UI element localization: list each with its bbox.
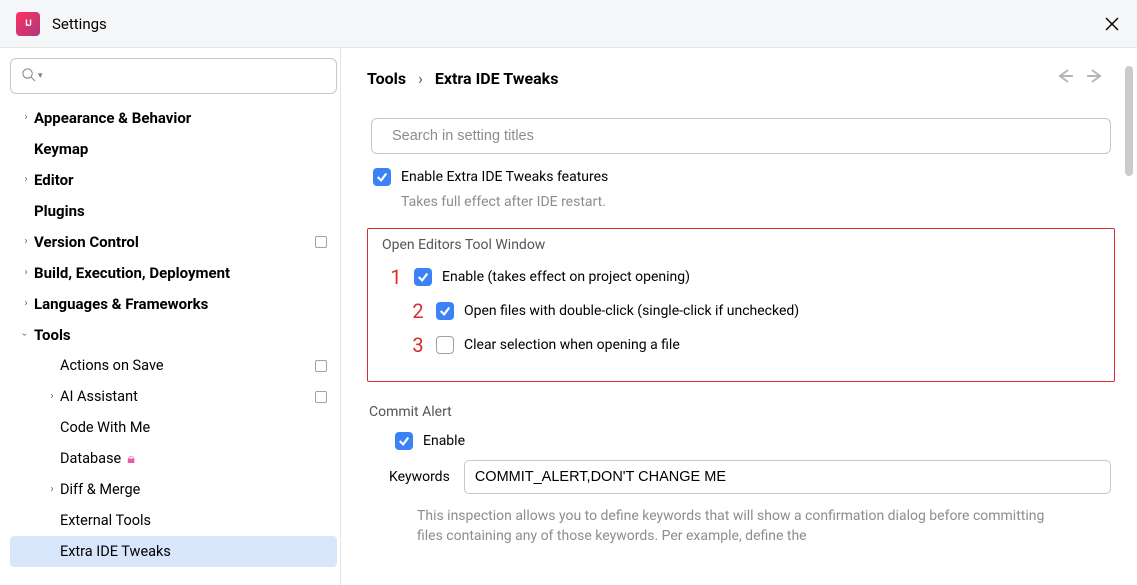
sidebar-item-plugins[interactable]: Plugins <box>10 195 337 226</box>
settings-tree: ›Appearance & Behavior Keymap ›Editor Pl… <box>10 102 337 567</box>
open-editors-enable-checkbox[interactable] <box>414 268 432 286</box>
open-editors-clear-selection-label: Clear selection when opening a file <box>464 337 680 353</box>
enable-features-hint: Takes full effect after IDE restart. <box>401 194 1115 210</box>
sidebar-item-keymap[interactable]: Keymap <box>10 133 337 164</box>
sidebar-item-diff-merge[interactable]: ›Diff & Merge <box>10 474 337 505</box>
sidebar-item-editor[interactable]: ›Editor <box>10 164 337 195</box>
window-title: Settings <box>52 15 107 33</box>
sidebar-item-version-control[interactable]: ›Version Control <box>10 226 337 257</box>
open-editors-clear-selection-checkbox[interactable] <box>436 336 454 354</box>
sidebar-search-input[interactable] <box>49 68 326 84</box>
keywords-input[interactable] <box>464 460 1111 494</box>
sidebar-item-appearance[interactable]: ›Appearance & Behavior <box>10 102 337 133</box>
sidebar-item-code-with-me[interactable]: Code With Me <box>10 412 337 443</box>
sidebar-item-database[interactable]: Database🔒︎ <box>10 443 337 474</box>
sidebar-item-build[interactable]: ›Build, Execution, Deployment <box>10 257 337 288</box>
project-scope-icon <box>315 391 327 403</box>
sidebar-item-actions-on-save[interactable]: Actions on Save <box>10 350 337 381</box>
project-scope-icon <box>315 236 327 248</box>
sidebar: ▾ ›Appearance & Behavior Keymap ›Editor … <box>0 48 345 585</box>
sidebar-item-languages[interactable]: ›Languages & Frameworks <box>10 288 337 319</box>
open-editors-enable-label: Enable (takes effect on project opening) <box>442 269 690 285</box>
nav-forward-icon[interactable] <box>1085 66 1105 90</box>
commit-alert-enable-checkbox[interactable] <box>395 432 413 450</box>
content-search-input[interactable] <box>392 128 1098 144</box>
commit-alert-title: Commit Alert <box>369 404 1115 420</box>
sidebar-item-tools[interactable]: ›Tools <box>10 319 337 350</box>
breadcrumb-sep: › <box>418 69 423 88</box>
open-editors-doubleclick-label: Open files with double-click (single-cli… <box>464 303 799 319</box>
sidebar-item-external-tools[interactable]: External Tools <box>10 505 337 536</box>
scrollbar[interactable] <box>1125 66 1133 176</box>
open-editors-title: Open Editors Tool Window <box>382 237 1100 253</box>
search-icon <box>21 67 36 86</box>
breadcrumb-a[interactable]: Tools <box>367 69 406 88</box>
window-titlebar: Settings <box>0 0 1137 48</box>
sidebar-search[interactable]: ▾ <box>10 58 337 94</box>
close-button[interactable] <box>1103 15 1121 33</box>
keywords-label: Keywords <box>389 469 450 485</box>
sidebar-item-ai-assistant[interactable]: ›AI Assistant <box>10 381 337 412</box>
project-scope-icon <box>315 360 327 372</box>
enable-features-checkbox[interactable] <box>373 168 391 186</box>
annotation-2: 2 <box>404 299 432 323</box>
open-editors-doubleclick-checkbox[interactable] <box>436 302 454 320</box>
annotation-1: 1 <box>382 265 410 289</box>
app-icon <box>16 12 40 36</box>
commit-alert-description: This inspection allows you to define key… <box>417 506 1045 547</box>
open-editors-panel: Open Editors Tool Window 1 Enable (takes… <box>367 228 1115 382</box>
annotation-3: 3 <box>404 333 432 357</box>
sidebar-item-extra-ide-tweaks[interactable]: Extra IDE Tweaks <box>10 536 337 567</box>
nav-back-icon[interactable] <box>1055 66 1075 90</box>
content-search[interactable] <box>371 118 1111 154</box>
settings-content: Tools › Extra IDE Tweaks Enable Extra ID… <box>345 48 1137 585</box>
lock-icon: 🔒︎ <box>127 450 135 467</box>
search-dropdown-caret[interactable]: ▾ <box>38 71 43 81</box>
breadcrumb: Tools › Extra IDE Tweaks <box>367 69 558 88</box>
commit-alert-enable-label: Enable <box>423 433 465 449</box>
breadcrumb-b: Extra IDE Tweaks <box>435 69 559 88</box>
enable-features-label: Enable Extra IDE Tweaks features <box>401 169 608 185</box>
